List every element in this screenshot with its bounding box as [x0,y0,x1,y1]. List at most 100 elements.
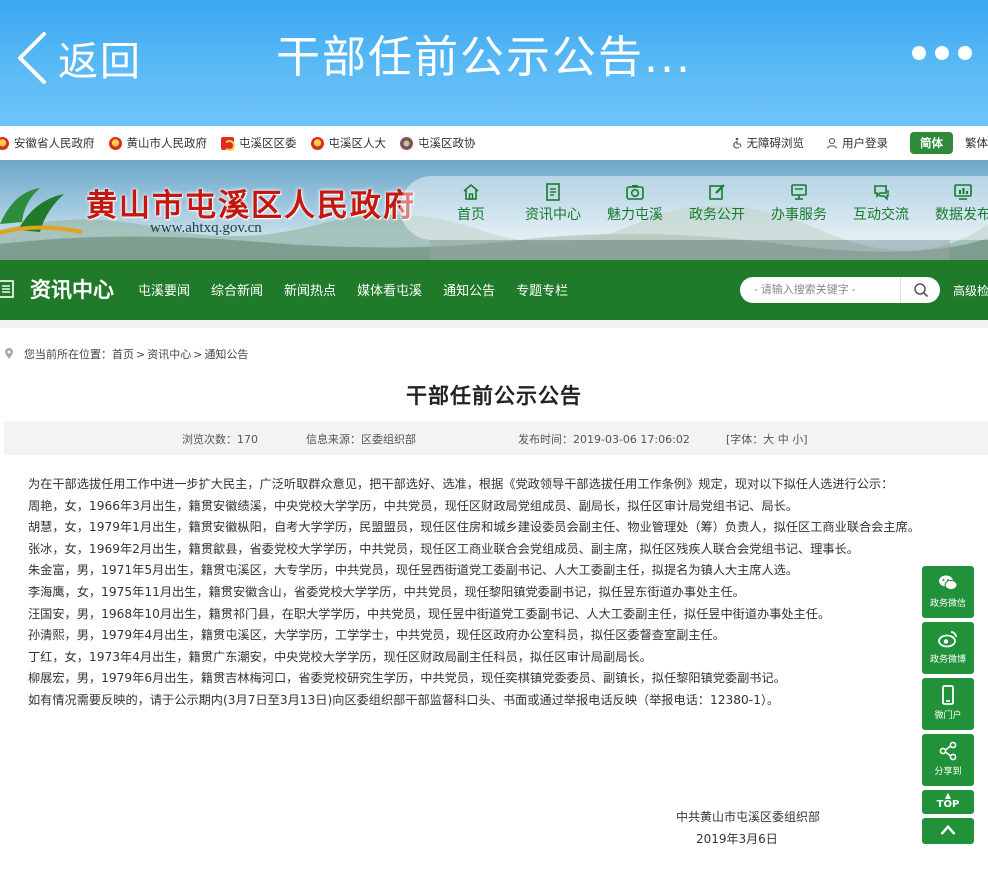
nav-label: 首页 [457,207,485,223]
toplink-huangshan-gov[interactable]: 黄山市人民政府 [108,135,207,151]
search-box [740,277,940,303]
national-emblem-icon [0,136,9,150]
nav-label: 数据发布 [935,207,988,223]
data-icon [954,184,972,200]
font-large-button[interactable]: 大 [763,433,774,446]
nav-data-release[interactable]: 数据发布 [922,182,988,224]
font-medium-button[interactable]: 中 [778,433,789,446]
breadcrumb-notice[interactable]: 通知公告 [204,346,248,362]
info-source: 信息来源：区委组织部 [306,431,416,447]
breadcrumb-separator: > [136,347,146,361]
document-icon [546,183,560,201]
national-emblem-icon [108,136,122,150]
font-small-button[interactable]: 小 [792,433,803,446]
edit-icon [709,184,725,200]
publish-time-label: 发布时间： [518,433,573,446]
simplified-chinese-button[interactable]: 简体 [910,132,953,154]
publish-time-value: 2019-03-06 17:06:02 [573,433,690,446]
user-icon [826,137,838,149]
site-name: 黄山市屯溪区人民政府 [86,188,416,224]
nav-label: 资讯中心 [525,207,581,223]
article-title: 干部任前公示公告 [406,384,582,408]
back-to-top-button[interactable]: ▲ TOP [922,790,974,814]
chevron-up-icon [940,824,956,835]
publish-time: 发布时间：2019-03-06 17:06:02 [518,431,690,447]
divider [0,320,988,328]
view-count: 浏览次数：170 [182,431,258,447]
float-label: 政务微信 [929,599,966,609]
article-body: 为在干部选拔任用工作中进一步扩大民主，广泛听取群众意见，把干部选好、选准，根据《… [28,474,978,712]
nav-news-center[interactable]: 资讯中心 [512,182,594,224]
service-icon [791,184,807,200]
gov-wechat-button[interactable]: 政务微信 [922,566,974,618]
channel-links: 屯溪要闻 综合新闻 新闻热点 媒体看屯溪 通知公告 专题专栏 [138,280,568,299]
cppcc-emblem-icon [400,136,413,150]
channel-link[interactable]: 综合新闻 [211,280,263,299]
traditional-chinese-button[interactable]: 繁体 [965,135,988,151]
toplink-anhui-gov[interactable]: 安徽省人民政府 [0,135,95,151]
font-size-controls: [字体：大 中 小] [726,431,808,447]
nav-home[interactable]: 首页 [430,182,512,224]
signature-org: 中共黄山市屯溪区委组织部 [676,810,821,824]
info-source-label: 信息来源： [306,433,361,446]
channel-link[interactable]: 通知公告 [443,280,495,299]
article-paragraph: 如有情况需要反映的，请于公示期内(3月7日至3月13日)向区委组织部干部监督科口… [28,692,780,707]
article-paragraph: 胡慧，女，1979年1月出生，籍贯安徽枞阳，自考大学学历，民盟盟员，现任区住房和… [28,520,920,535]
float-label: 分享到 [934,767,962,777]
accessibility-label: 无障碍浏览 [746,136,805,150]
nav-interaction[interactable]: 互动交流 [840,182,922,224]
search-button[interactable] [900,277,940,303]
gov-weibo-button[interactable]: 政务微博 [922,622,974,674]
nav-label: 魅力屯溪 [607,207,663,223]
accessibility-link[interactable]: 无障碍浏览 [731,135,805,151]
app-header: 返回 干部任前公示公告... [0,0,988,126]
channel-link[interactable]: 专题专栏 [516,280,568,299]
breadcrumb-separator: > [193,347,203,361]
advanced-search-link[interactable]: 高级检索 [953,282,988,299]
micro-portal-button[interactable]: 微门户 [922,678,974,730]
mobile-icon [942,685,954,705]
scroll-up-button[interactable] [922,818,974,844]
float-label: 政务微博 [929,655,966,665]
article-paragraph: 孙清熙，男，1979年4月出生，籍贯屯溪区，大学学历，工学学士，中共党员，现任区… [28,628,725,643]
app-title: 干部任前公示公告... [276,32,692,83]
channel-link[interactable]: 新闻热点 [284,280,336,299]
signature-date: 2019年3月6日 [696,832,778,846]
view-count-label: 浏览次数： [182,433,237,446]
breadcrumb-prefix: 您当前所在位置： [24,348,112,361]
nav-services[interactable]: 办事服务 [758,182,840,224]
search-input[interactable] [740,278,890,302]
national-emblem-icon [310,136,324,150]
site-banner: 黄山市屯溪区人民政府 www.ahtxq.gov.cn 首页 资讯中心 魅力屯溪… [0,160,988,260]
share-button[interactable]: 分享到 [922,734,974,786]
channel-link[interactable]: 媒体看屯溪 [357,280,422,299]
channel-title: 资讯中心 [30,278,114,302]
toplink-district-cppcc[interactable]: 屯溪区政协 [400,135,476,151]
view-count-value: 170 [237,433,258,446]
article-paragraph: 朱金富，男，1971年5月出生，籍贯屯溪区，大专学历，中共党员，现任昱西街道党工… [28,563,799,578]
article-paragraph: 张冰，女，1969年2月出生，籍贯歙县，省委党校大学学历，中共党员，现任区工商业… [28,541,859,556]
share-icon [939,741,957,761]
toplink-district-npc[interactable]: 屯溪区人大 [310,135,386,151]
more-dots-icon [935,46,949,60]
accessibility-icon [732,137,742,149]
toplink-label: 安徽省人民政府 [14,136,95,150]
more-menu-button[interactable] [912,46,972,60]
site-url: www.ahtxq.gov.cn [150,220,262,236]
toplink-label: 屯溪区区委 [239,136,297,150]
nav-charm-tunxi[interactable]: 魅力屯溪 [594,182,676,224]
article-paragraph: 李海鹰，女，1975年11月出生，籍贯安徽含山，省委党校大学学历，中共党员，现任… [28,584,745,599]
user-login-link[interactable]: 用户登录 [826,135,888,151]
back-button[interactable]: 返回 [14,28,142,88]
breadcrumb-news-center[interactable]: 资讯中心 [147,346,191,362]
nav-label: 互动交流 [853,207,909,223]
nav-gov-affairs[interactable]: 政务公开 [676,182,758,224]
chat-icon [874,185,889,201]
channel-link[interactable]: 屯溪要闻 [138,280,190,299]
main-nav: 首页 资讯中心 魅力屯溪 政务公开 办事服务 互动交流 数据发布 [430,182,988,224]
more-dots-icon [958,46,972,60]
breadcrumb-home[interactable]: 首页 [112,346,134,362]
toplink-district-committee[interactable]: 屯溪区区委 [221,135,297,151]
camera-icon [626,185,644,200]
more-dots-icon [912,46,926,60]
